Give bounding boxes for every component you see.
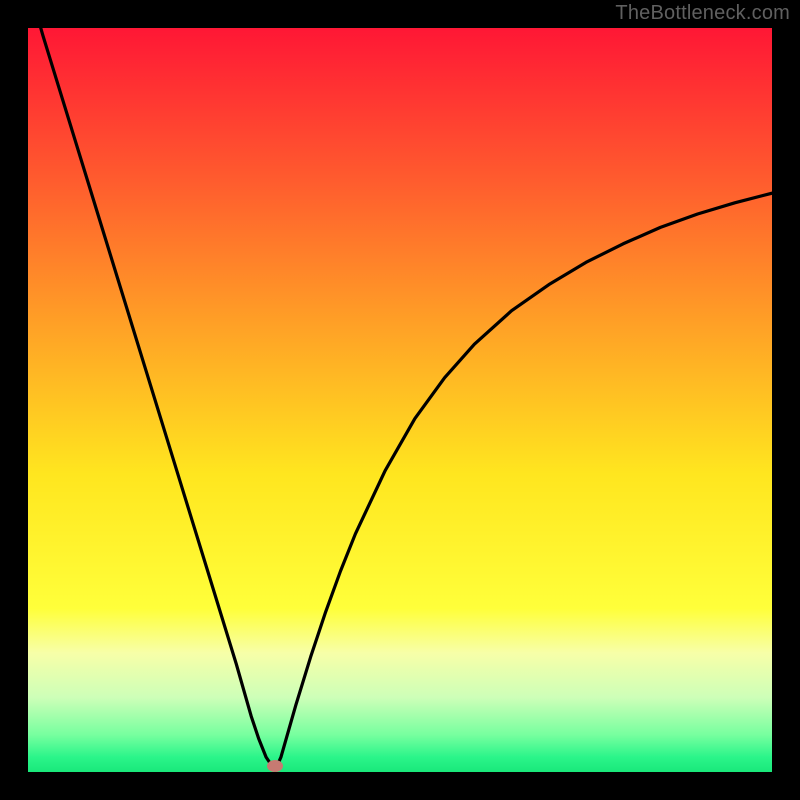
curve-layer	[28, 28, 772, 772]
bottleneck-curve	[28, 28, 772, 771]
plot-area	[28, 28, 772, 772]
chart-stage: TheBottleneck.com	[0, 0, 800, 800]
optimal-point-marker	[267, 760, 283, 772]
attribution-text: TheBottleneck.com	[615, 2, 790, 25]
